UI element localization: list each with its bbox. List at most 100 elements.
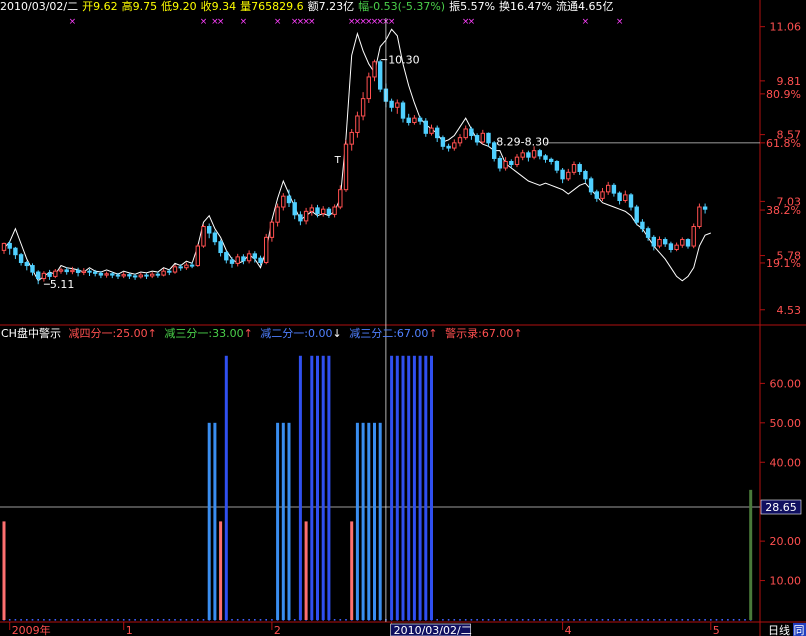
candle-up [343, 143, 349, 191]
indicator-baseline-dot [653, 619, 655, 621]
indicator-bar [749, 489, 753, 620]
candle-down [378, 61, 383, 90]
indicator-baseline-dot [510, 619, 513, 621]
arrow-up-icon: ↑ [147, 327, 157, 340]
indicator-baseline-dot [145, 619, 148, 621]
signal-marker: × [69, 17, 77, 27]
indicator-baseline-dot [128, 619, 131, 621]
candle-up [514, 156, 520, 166]
candle-down [207, 226, 212, 234]
candle-down [30, 265, 35, 273]
indicator-axis-tick-label: 60.00 [770, 377, 802, 390]
candle-up [269, 221, 275, 238]
indicator-bar [298, 355, 302, 620]
indicator-baseline-dot [202, 619, 205, 621]
candle-down [440, 137, 446, 147]
candle-up [41, 272, 47, 280]
indicator-baseline-dot [83, 619, 85, 621]
indicator-baseline-dot [231, 619, 233, 621]
time-axis-label: 5 [713, 624, 720, 636]
indicator-baseline-dot [271, 619, 273, 621]
indicator-bar [424, 355, 428, 620]
indicator-baseline-dot [561, 619, 564, 621]
time-axis-label: 2009年 [12, 623, 51, 636]
indicator-baseline-dot [345, 619, 347, 621]
candle-down [132, 275, 138, 278]
candle-down [326, 208, 332, 215]
candle-up [691, 226, 696, 247]
candle-up [121, 274, 126, 277]
indicator-bar [287, 422, 291, 620]
candle-down [155, 273, 161, 276]
candle-down [474, 134, 480, 143]
indicator-baseline-dot [499, 619, 501, 621]
indicator-axis-tick-label: 10.00 [770, 575, 802, 588]
candle-up [463, 128, 468, 139]
candle-down [702, 206, 708, 210]
indicator-baseline-dot [476, 619, 478, 621]
candle-down [98, 272, 104, 276]
indicator-baseline-dot [727, 619, 729, 621]
indicator-baseline-dot [464, 619, 467, 621]
signal-marker: × [274, 17, 282, 27]
time-axis-label: 4 [565, 624, 572, 636]
indicator-baseline-dot [436, 619, 438, 621]
indicator-baseline-dot [197, 619, 199, 621]
indicator-item-alert: 警示录:67.00↑ [445, 327, 523, 340]
candle-down [611, 184, 617, 194]
candle-down [252, 253, 258, 259]
candle-up [309, 207, 315, 212]
candle-down [298, 214, 303, 222]
candle-up [372, 61, 377, 78]
indicator-baseline-dot [470, 619, 473, 621]
candle-down [7, 242, 12, 249]
indicator-bar [373, 422, 376, 620]
indicator-baseline-dot [65, 619, 68, 621]
indicator-baseline-dot [521, 619, 524, 621]
quote-low: 低9.20 [161, 0, 197, 13]
indicator-baseline-dot [236, 619, 239, 621]
candle-up [412, 117, 417, 123]
indicator-baseline-dot [601, 619, 604, 621]
candle-up [355, 115, 360, 133]
indicator-bar [327, 355, 331, 620]
indicator-item-half: 减二分一:0.00↓ [260, 327, 342, 340]
candle-up [571, 164, 577, 173]
stock-chart[interactable]: × × ×× × × ×××× ×××××××× ×× × × 10.305.118.29-8.3… [0, 0, 806, 636]
indicator-baseline-dot [670, 619, 672, 621]
indicator-title[interactable]: CH盘中警示 [1, 327, 61, 340]
period-label: 日线 [768, 623, 790, 636]
t-marker-label: T [334, 155, 342, 166]
indicator-baseline-dot [647, 619, 649, 621]
signal-marker: × [217, 17, 225, 27]
candle-up [623, 194, 628, 202]
indicator-baseline-dot [504, 619, 507, 621]
price-range-label: 8.29-8.30 [496, 135, 549, 148]
candle-down [628, 194, 634, 208]
candle-down [93, 271, 98, 274]
candle-up [53, 270, 58, 277]
candle-down [543, 155, 548, 160]
candle-up [1, 242, 7, 251]
quote-turnover: 换16.47% [499, 0, 552, 13]
indicator-baseline-dot [527, 619, 530, 621]
candle-up [360, 98, 366, 117]
candle-down [229, 259, 235, 264]
indicator-baseline-dot [550, 619, 552, 621]
candle-up [264, 236, 269, 264]
candle-down [13, 247, 18, 256]
indicator-baseline-dot [687, 619, 689, 621]
indicator-baseline-dot [122, 619, 125, 621]
indicator-bar [395, 355, 399, 620]
indicator-baseline-dot [339, 619, 342, 621]
candle-down [64, 269, 69, 273]
candle-up [480, 132, 486, 143]
price-axis-tick-label: 19.1% [766, 257, 801, 270]
price-axis-tick-label: 11.06 [770, 21, 802, 34]
candle-up [275, 206, 280, 223]
indicator-baseline-dot [447, 619, 450, 621]
low-price-label: 5.11 [50, 278, 75, 291]
indicator-bar [2, 521, 6, 620]
indicator-baseline-dot [556, 619, 558, 621]
indicator-axis-tick-label: 20.00 [770, 535, 802, 548]
